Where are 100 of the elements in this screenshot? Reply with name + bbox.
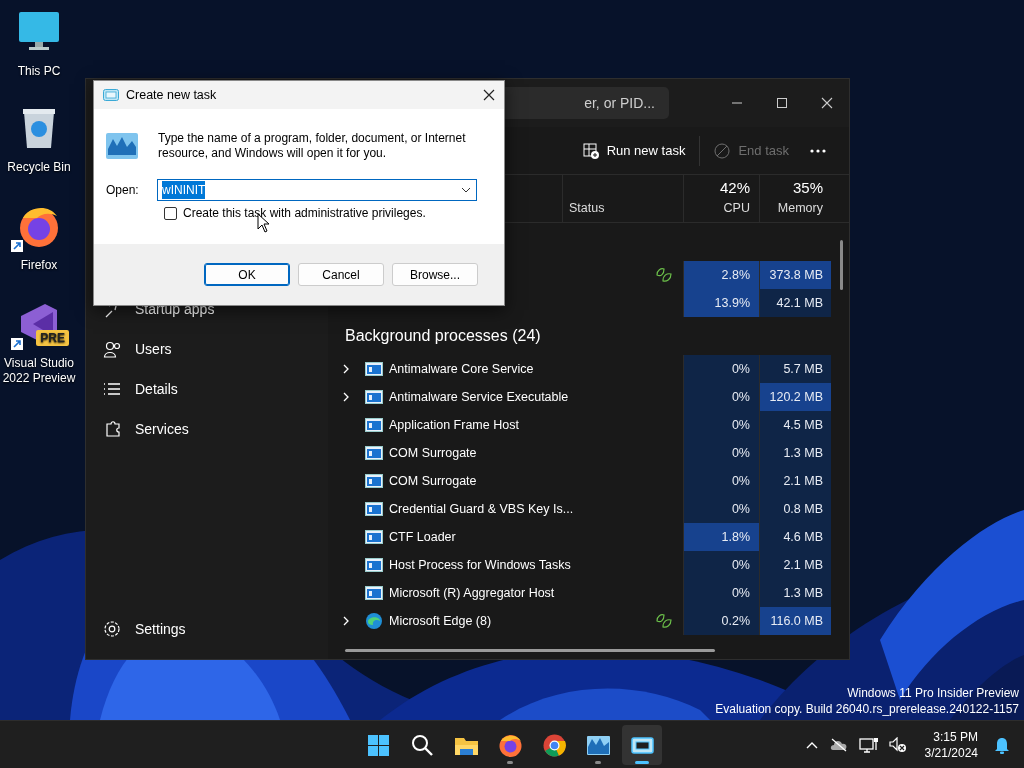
message-text: Type the name of a program, folder, document, or Internet resource, and Windows will open it for you. [158,131,467,161]
block-icon [714,142,731,159]
watermark-text: Windows 11 Pro Insider Preview [847,685,1019,701]
window-icon [365,586,383,600]
checkbox-label: Create this task with administrative privileges. [183,205,426,222]
process-name: Microsoft Edge (8) [389,612,492,630]
window-icon [365,558,383,572]
window-icon [365,446,383,460]
table-cell: 2.1 MB [759,467,831,495]
dialog-button[interactable]: Cancel [298,263,384,286]
table-cell: 0% [683,551,759,579]
nav-item[interactable]: Settings [86,609,328,649]
table-cell: 2.8% [683,261,759,289]
chevron-up-icon[interactable] [804,740,819,750]
nav-item[interactable]: Services [86,409,328,449]
chevron-icon[interactable] [341,616,351,626]
shortcut-arrow-icon [11,240,23,252]
process-name: COM Surrogate [389,472,477,490]
process-name: Application Frame Host [389,416,519,434]
icon-label[interactable]: This PC [0,64,78,79]
users-icon [103,340,121,358]
group-header: Background processes (24) [345,326,541,346]
input-field[interactable]: wININIT [157,179,477,201]
table-cell: 116.0 MB [759,607,831,635]
icon-label[interactable]: Firefox [0,258,78,273]
cloud-icon[interactable] [828,738,849,752]
window-icon [103,89,119,101]
search-icon [409,732,435,758]
browser-icon [365,612,383,630]
watermark-text: Evaluation copy. Build 26040.rs_prerelease.240122-1157 [715,701,1019,717]
clock-date[interactable]: 3/21/2024 [924,745,978,761]
nav-item[interactable]: Details [86,369,328,409]
table-cell: 2.1 MB [759,551,831,579]
dialog-button[interactable]: OK [204,263,290,286]
table-cell: 0% [683,355,759,383]
puzzle-icon [103,420,121,438]
chevron-icon[interactable] [341,392,351,402]
taskbar-app[interactable] [622,725,662,765]
leaf-icon [655,267,673,283]
table-cell: 0% [683,439,759,467]
start-icon [365,732,391,758]
table-cell: 5.7 MB [759,355,831,383]
dialog-title: Create new task [126,86,217,104]
list-icon [103,380,121,398]
table-cell: 1.8% [683,523,759,551]
settings-icon [103,620,121,638]
browser-icon [497,732,523,758]
shortcut-arrow-icon [11,338,23,350]
leaf-icon [655,613,673,629]
field-label: Open: [106,182,140,199]
checkbox[interactable] [164,206,177,220]
table-cell: 42.1 MB [759,289,831,317]
window-icon [365,502,383,516]
add-window-icon [582,142,599,159]
process-name: Microsoft (R) Aggregator Host [389,584,555,602]
process-name: Host Process for Windows Tasks [389,556,571,574]
column-header[interactable]: Status [569,199,605,218]
clock-time[interactable]: 3:15 PM [933,729,978,745]
table-cell: 0.8 MB [759,495,831,523]
badge: PRE [36,330,69,346]
table-cell: 0% [683,579,759,607]
nav-item[interactable]: Users [86,329,328,369]
process-name: Antimalware Core Service [389,360,534,378]
run-new-task-button[interactable]: Run new task [572,134,696,167]
more-icon[interactable] [809,147,827,154]
table-cell: 1.3 MB [759,579,831,607]
table-cell: 0% [683,467,759,495]
run-icon [106,131,138,161]
table-cell: 4.6 MB [759,523,831,551]
window-icon [365,362,383,376]
column-header[interactable]: Memory [777,199,823,218]
table-cell: 0.2% [683,607,759,635]
table-cell: 0% [683,495,759,523]
speaker-muted-icon[interactable] [888,737,907,753]
chevron-icon[interactable] [341,364,351,374]
table-cell: 1.3 MB [759,439,831,467]
icon-label[interactable]: Recycle Bin [0,160,78,175]
table-cell: 373.8 MB [759,261,831,289]
network-icon[interactable] [858,737,879,753]
window-icon [365,390,383,404]
table-cell: 0% [683,411,759,439]
window-icon [365,418,383,432]
icon-label[interactable]: Visual Studio 2022 Preview [0,356,78,386]
window-icon [365,530,383,544]
bell-icon[interactable] [994,736,1010,754]
process-name: Antimalware Service Executable [389,388,569,406]
process-name: COM Surrogate [389,444,477,462]
browser-icon [541,732,567,758]
dialog-button[interactable]: Browse... [392,263,478,286]
usage-total: 42% [719,177,750,198]
table-cell: 0% [683,383,759,411]
table-cell: 4.5 MB [759,411,831,439]
process-name: Credential Guard & VBS Key Is... [389,500,574,518]
usage-total: 35% [792,177,823,198]
column-header[interactable]: CPU [723,199,750,218]
close-icon[interactable] [483,89,495,101]
table-cell: 120.2 MB [759,383,831,411]
window-icon [365,474,383,488]
process-name: CTF Loader [389,528,456,546]
table-cell: 13.9% [683,289,759,317]
